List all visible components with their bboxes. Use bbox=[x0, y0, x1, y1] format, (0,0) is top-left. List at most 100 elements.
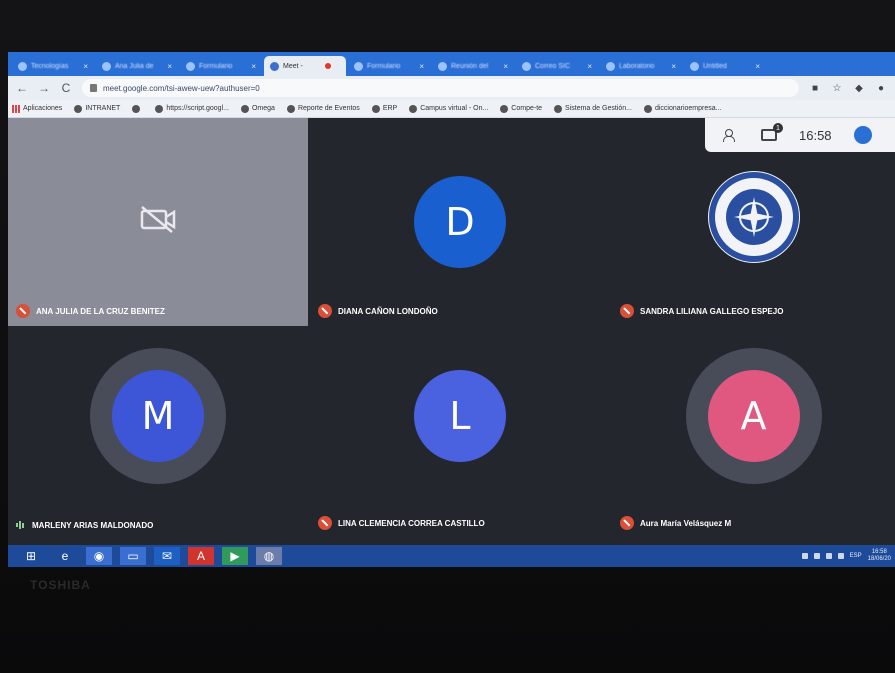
participant-tile[interactable]: M MARLENY ARIAS MALDONADO bbox=[8, 328, 308, 538]
bookmark-item[interactable]: INTRANET bbox=[74, 104, 121, 113]
participant-name: LINA CLEMENCIA CORREA CASTILLO bbox=[338, 518, 485, 528]
battery-icon[interactable] bbox=[825, 553, 832, 559]
language-indicator[interactable]: ESP bbox=[850, 553, 862, 559]
laptop-screen: Tecnologías × Ana Julia de × Formulario × Meet… bbox=[8, 52, 895, 567]
mic-off-icon bbox=[620, 516, 634, 530]
tab-favicon-icon bbox=[270, 61, 279, 71]
browser-tab[interactable]: Correo SIC × bbox=[516, 56, 598, 76]
bookmark-label: Omega bbox=[251, 105, 275, 112]
mic-off-icon bbox=[318, 304, 332, 318]
meet-icon[interactable]: ▶ bbox=[222, 547, 248, 565]
bookmark-item[interactable]: ERP bbox=[371, 104, 397, 113]
profile-icon[interactable]: ● bbox=[875, 82, 887, 94]
tab-title: Formulario bbox=[367, 62, 401, 70]
forward-icon[interactable]: → bbox=[38, 81, 50, 95]
reload-icon[interactable]: C bbox=[60, 81, 72, 95]
participant-tile[interactable]: D DIANA CAÑON LONDOÑO bbox=[310, 118, 610, 326]
browser-tab[interactable]: Untitled × bbox=[684, 56, 766, 76]
close-tab-icon[interactable]: × bbox=[419, 62, 424, 71]
windows-start-icon[interactable]: ⊞ bbox=[18, 547, 44, 565]
bookmark-item[interactable]: Sistema de Gestión... bbox=[554, 104, 632, 113]
bookmark-item[interactable]: Campus virtual - On... bbox=[409, 104, 488, 113]
star-icon[interactable]: ☆ bbox=[831, 82, 843, 94]
participant-nameplate: DIANA CAÑON LONDOÑO bbox=[318, 304, 438, 318]
globe-icon bbox=[500, 104, 509, 113]
participant-tile[interactable]: ANA JULIA DE LA CRUZ BENITEZ bbox=[8, 118, 308, 326]
chrome-icon[interactable]: ◉ bbox=[86, 547, 112, 565]
globe-icon bbox=[132, 104, 141, 113]
participant-nameplate: Aura María Velásquez M bbox=[620, 516, 731, 530]
tab-favicon-icon bbox=[18, 61, 27, 71]
browser-toolbar: ← → C meet.google.com/tsi-awew-uew?authu… bbox=[8, 76, 895, 100]
bookmark-item[interactable]: Reporte de Eventos bbox=[286, 104, 360, 113]
participant-avatar: D bbox=[414, 176, 506, 268]
people-icon[interactable] bbox=[723, 129, 739, 142]
bookmark-label: Compe-te bbox=[511, 105, 543, 112]
globe-icon bbox=[643, 104, 652, 113]
system-tray: ESP 16:58 18/06/20 bbox=[801, 549, 895, 563]
bookmark-item[interactable]: https://script.googl... bbox=[155, 104, 229, 113]
camera-indicator-icon[interactable]: ■ bbox=[809, 82, 821, 94]
apps-icon bbox=[12, 104, 20, 113]
script-icon bbox=[155, 104, 164, 113]
bookmark-item[interactable] bbox=[132, 104, 143, 113]
bookmark-label: diccionarioempresa... bbox=[654, 105, 722, 112]
participant-tile[interactable]: A Aura María Velásquez M bbox=[612, 328, 895, 538]
bookmark-item[interactable]: Omega bbox=[240, 104, 275, 113]
lock-icon bbox=[90, 84, 97, 92]
browser-tab[interactable]: Ana Julia de × bbox=[96, 56, 178, 76]
close-tab-icon[interactable]: × bbox=[83, 62, 88, 71]
participant-tile[interactable]: L LINA CLEMENCIA CORREA CASTILLO bbox=[310, 328, 610, 538]
meet-top-panel: 1 16:58 bbox=[705, 118, 895, 152]
browser-tab[interactable]: Tecnologías × bbox=[12, 56, 94, 76]
tab-favicon-icon bbox=[186, 61, 195, 71]
close-tab-icon[interactable]: × bbox=[251, 62, 256, 71]
browser-tab[interactable]: Laboratorio × bbox=[600, 56, 682, 76]
browser-tab-strip: Tecnologías × Ana Julia de × Formulario × Meet… bbox=[8, 52, 895, 76]
globe-icon bbox=[240, 104, 249, 113]
outlook-icon[interactable]: ✉ bbox=[154, 547, 180, 565]
participant-name: DIANA CAÑON LONDOÑO bbox=[338, 306, 438, 316]
globe-icon bbox=[409, 104, 418, 113]
tab-title: Formulario bbox=[199, 62, 233, 70]
browser-tab[interactable]: Reunión del × bbox=[432, 56, 514, 76]
bookmark-item[interactable]: diccionarioempresa... bbox=[643, 104, 722, 113]
close-tab-icon[interactable]: × bbox=[335, 62, 340, 71]
chat-badge: 1 bbox=[773, 123, 783, 133]
bookmark-label: Sistema de Gestión... bbox=[565, 105, 632, 112]
participant-name: SANDRA LILIANA GALLEGO ESPEJO bbox=[640, 306, 784, 316]
ie-icon[interactable]: e bbox=[52, 547, 78, 565]
bookmark-label: INTRANET bbox=[85, 105, 121, 112]
chevron-up-icon[interactable] bbox=[801, 553, 808, 559]
bookmark-item[interactable]: Compe-te bbox=[500, 104, 543, 113]
tab-title: Ana Julia de bbox=[115, 62, 154, 70]
address-bar[interactable]: meet.google.com/tsi-awew-uew?authuser=0 bbox=[82, 79, 799, 97]
meet-clock: 16:58 bbox=[799, 127, 832, 143]
browser-tab[interactable]: Meet - × bbox=[264, 56, 346, 76]
browser-tab[interactable]: Formulario × bbox=[348, 56, 430, 76]
close-tab-icon[interactable]: × bbox=[755, 62, 760, 71]
close-tab-icon[interactable]: × bbox=[503, 62, 508, 71]
close-tab-icon[interactable]: × bbox=[671, 62, 676, 71]
self-avatar[interactable] bbox=[853, 126, 872, 144]
globe-icon bbox=[371, 104, 380, 113]
taskbar-clock[interactable]: 16:58 18/06/20 bbox=[868, 549, 891, 563]
chat-icon[interactable]: 1 bbox=[761, 123, 783, 141]
tab-favicon-icon bbox=[522, 61, 531, 71]
explorer-icon[interactable]: ▭ bbox=[120, 547, 146, 565]
device-brand: TOSHIBA bbox=[30, 578, 91, 592]
taskbar-date: 18/06/20 bbox=[867, 556, 891, 562]
back-icon[interactable]: ← bbox=[16, 81, 28, 95]
participant-name: ANA JULIA DE LA CRUZ BENITEZ bbox=[36, 306, 165, 316]
app-icon[interactable]: ◍ bbox=[256, 547, 282, 565]
network-icon[interactable] bbox=[813, 553, 820, 559]
extension-icon[interactable]: ◆ bbox=[853, 82, 865, 94]
close-tab-icon[interactable]: × bbox=[587, 62, 592, 71]
volume-icon[interactable] bbox=[837, 553, 844, 559]
acrobat-icon[interactable]: A bbox=[188, 547, 214, 565]
close-tab-icon[interactable]: × bbox=[167, 62, 172, 71]
meet-grid: ANA JULIA DE LA CRUZ BENITEZ D DIANA CAÑON… bbox=[8, 118, 895, 545]
bookmark-item[interactable]: Aplicaciones bbox=[12, 104, 62, 113]
browser-tab[interactable]: Formulario × bbox=[180, 56, 262, 76]
tab-favicon-icon bbox=[102, 61, 111, 71]
